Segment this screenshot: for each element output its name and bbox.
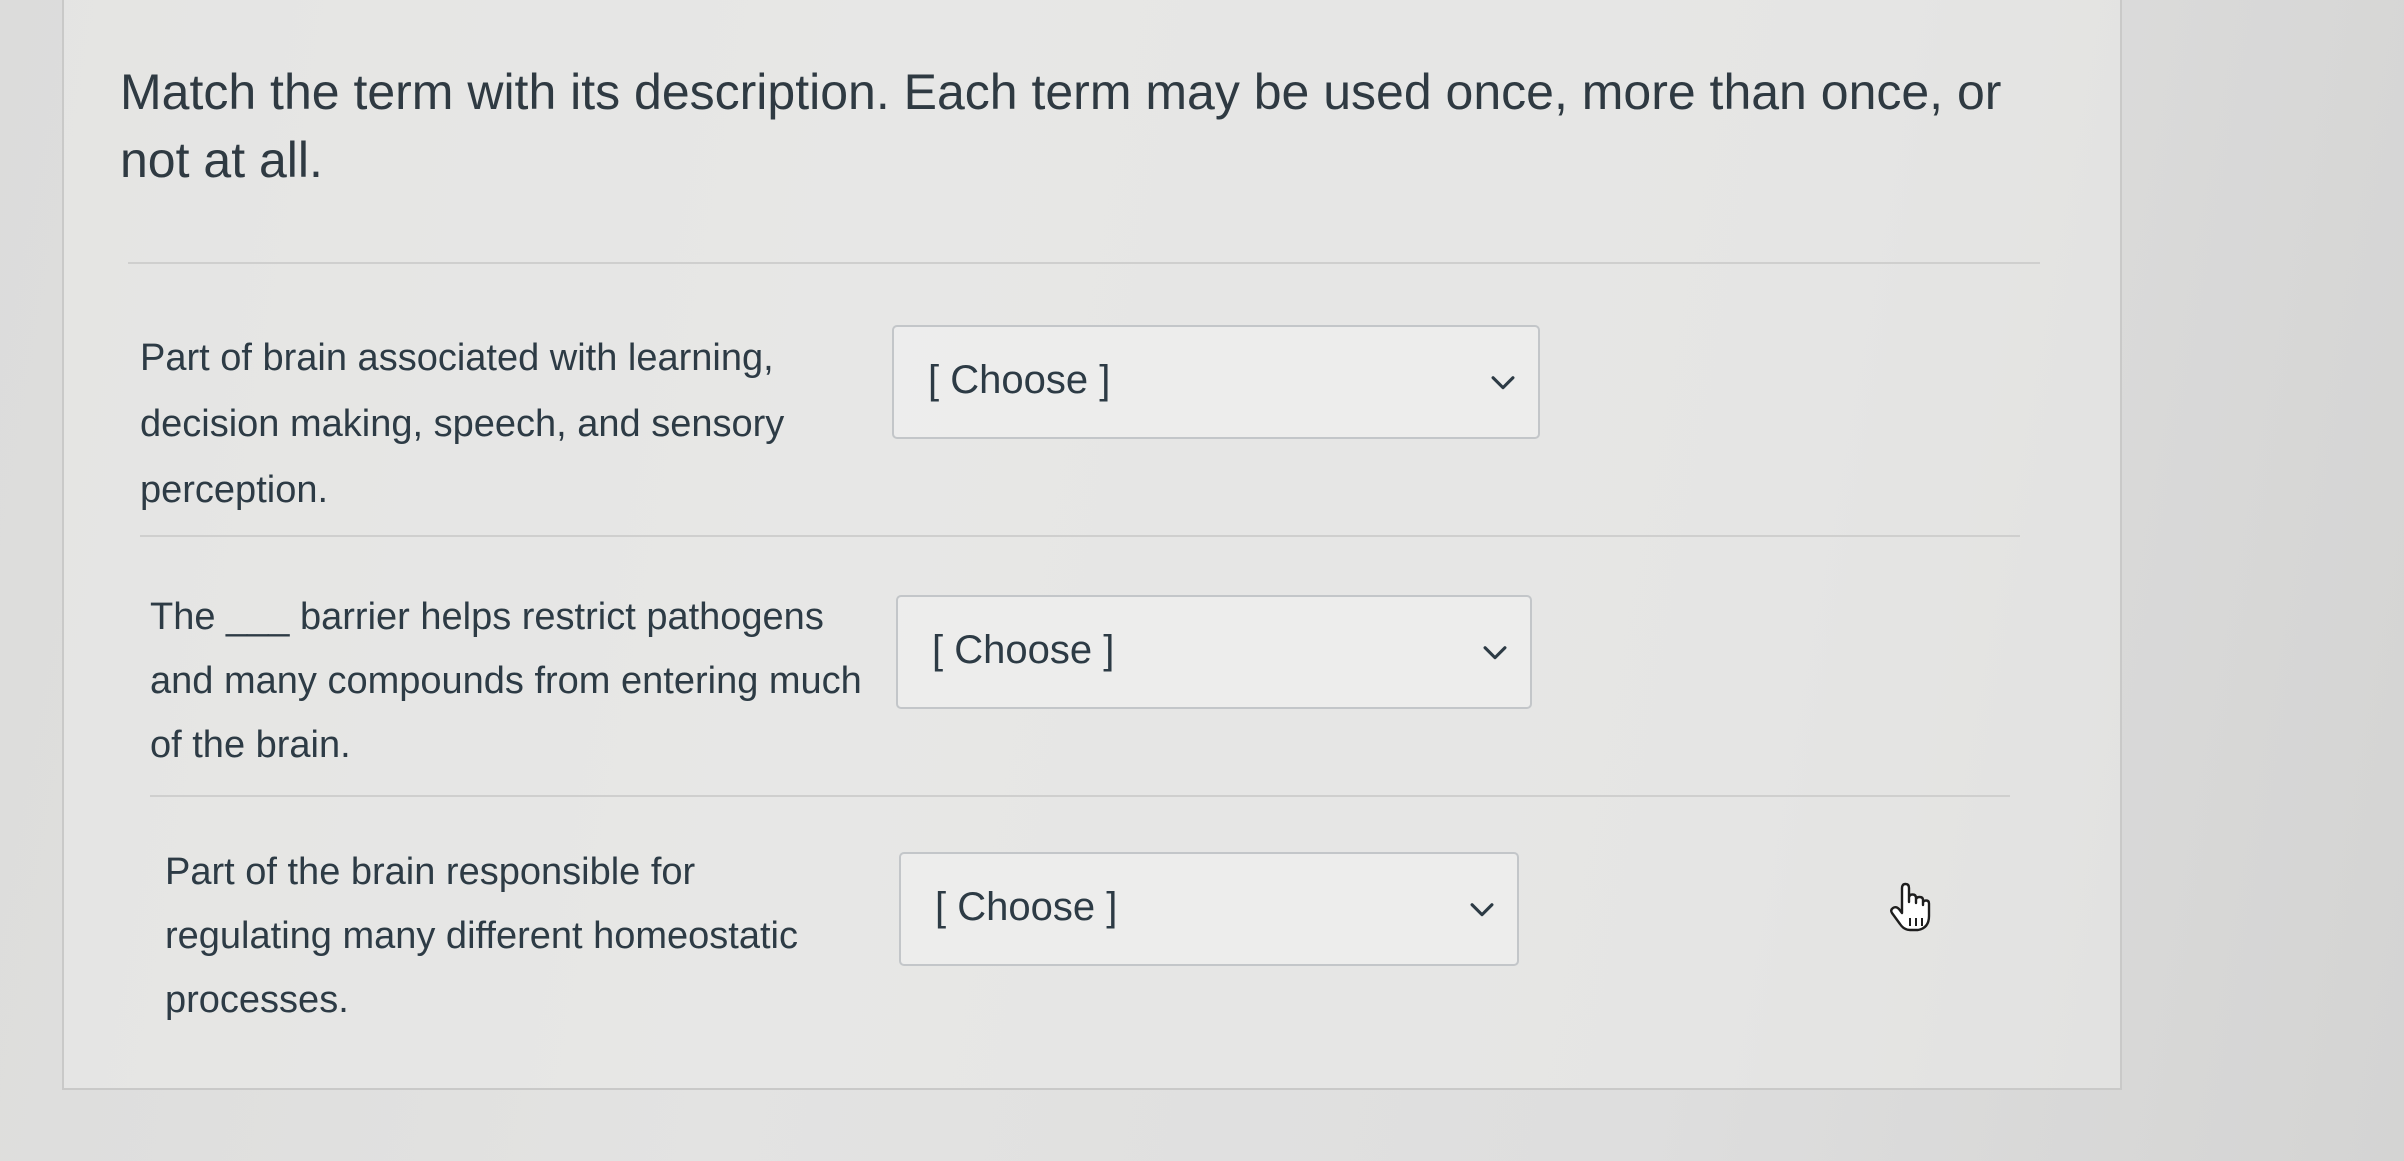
term-description: Part of brain associated with learning, … xyxy=(140,337,785,511)
hand-pointer-icon xyxy=(1890,882,1931,932)
match-row: Part of brain associated with learning, … xyxy=(140,315,2020,540)
answer-dropdown[interactable]: [ Choose ] xyxy=(892,325,1540,439)
row-divider xyxy=(140,535,2020,537)
dropdown-value: [ Choose ] xyxy=(935,885,1118,929)
match-row: The ___ barrier helps restrict pathogens… xyxy=(150,585,2020,790)
match-row: Part of the brain responsible for regula… xyxy=(165,840,1995,1040)
term-description: The ___ barrier helps restrict pathogens… xyxy=(150,596,862,766)
chevron-down-icon xyxy=(1483,646,1507,660)
dropdown-value: [ Choose ] xyxy=(928,358,1111,402)
chevron-down-icon xyxy=(1491,376,1515,390)
row-divider xyxy=(150,795,2010,797)
question-prompt: Match the term with its description. Eac… xyxy=(120,64,2002,188)
dropdown-value: [ Choose ] xyxy=(932,628,1115,672)
term-description: Part of the brain responsible for regula… xyxy=(165,851,798,1021)
chevron-down-icon xyxy=(1470,903,1494,917)
answer-dropdown[interactable]: [ Choose ] xyxy=(896,595,1532,709)
prompt-divider xyxy=(128,262,2040,264)
answer-dropdown[interactable]: [ Choose ] xyxy=(899,852,1519,966)
